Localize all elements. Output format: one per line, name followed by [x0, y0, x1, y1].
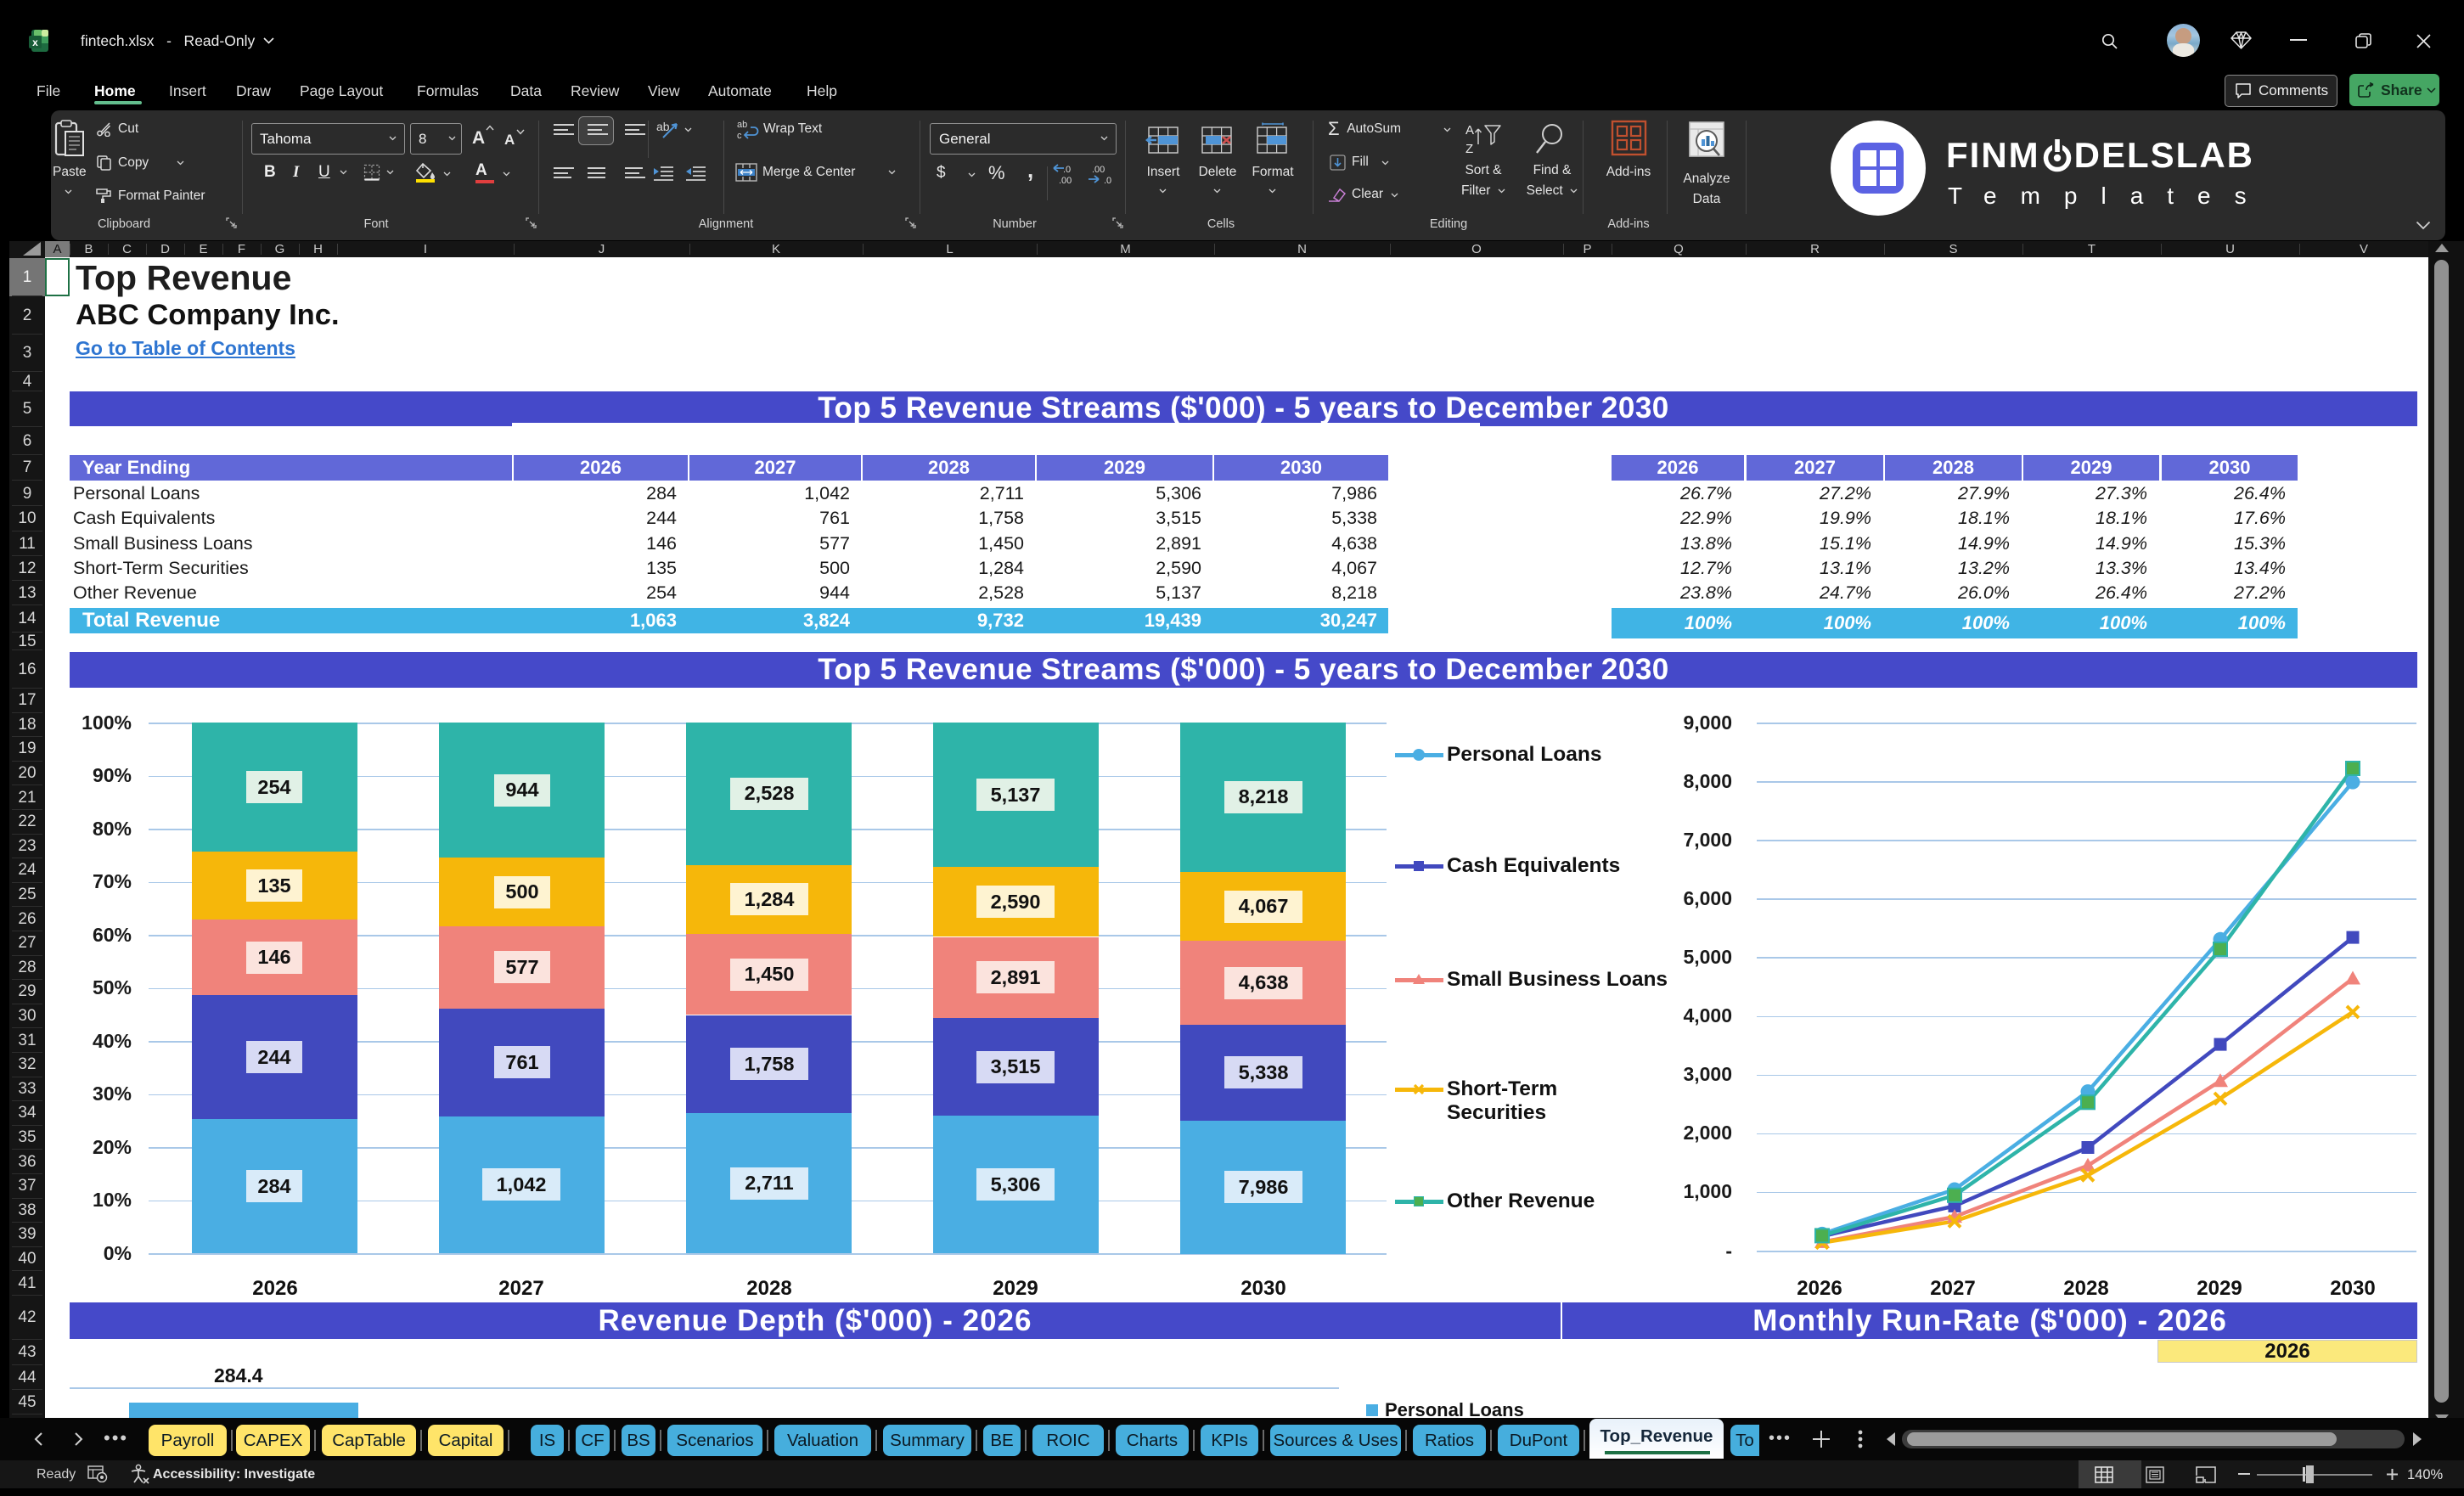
svg-text:ab: ab: [737, 120, 747, 130]
svg-text:.00: .00: [1059, 176, 1072, 185]
svg-text:ab: ab: [656, 120, 670, 133]
svg-text:A: A: [1465, 123, 1474, 138]
svg-text:x: x: [32, 37, 38, 48]
svg-text:c: c: [737, 131, 742, 140]
svg-text:.0: .0: [1104, 176, 1111, 185]
svg-text:Z: Z: [1465, 142, 1473, 156]
svg-text:.00: .00: [1092, 165, 1105, 175]
svg-text:.0: .0: [1063, 165, 1071, 175]
